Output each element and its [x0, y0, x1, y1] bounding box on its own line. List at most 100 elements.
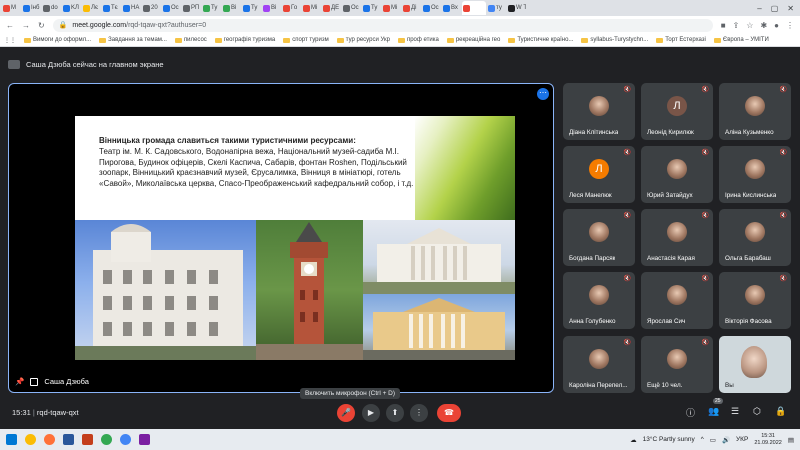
- browser-tab[interactable]: Ос: [342, 1, 361, 15]
- browser-tab[interactable]: НА: [122, 1, 141, 15]
- browser-tab[interactable]: Мі: [302, 1, 321, 15]
- reload-icon[interactable]: ↻: [38, 21, 45, 30]
- browser-tab[interactable]: Мі: [382, 1, 401, 15]
- browser-tab[interactable]: Ос: [422, 1, 441, 15]
- bookmark-item[interactable]: syllabus-Turystychn...: [581, 37, 648, 43]
- more-options-icon[interactable]: ⋯: [537, 88, 549, 100]
- bookmark-item[interactable]: спорт туризм: [283, 37, 329, 43]
- chrome-icon[interactable]: [25, 434, 36, 445]
- language-indicator[interactable]: УКР: [736, 436, 748, 443]
- leave-call-button[interactable]: ☎: [437, 404, 461, 422]
- participant-tile[interactable]: Л 🔇 Леся Манелюк: [563, 146, 635, 203]
- minimize-icon[interactable]: –: [757, 4, 761, 13]
- share-icon[interactable]: ⇪: [733, 21, 740, 30]
- word-icon[interactable]: [63, 434, 74, 445]
- tab-label: W Ту: [516, 5, 526, 11]
- people-icon[interactable]: 👥: [708, 406, 719, 417]
- notifications-icon[interactable]: ▤: [788, 436, 794, 444]
- browser-tab[interactable]: Го: [282, 1, 301, 15]
- start-icon[interactable]: [6, 434, 17, 445]
- chrome-profile-icon[interactable]: [101, 434, 112, 445]
- browser-tab[interactable]: РП: [182, 1, 201, 15]
- participant-tile[interactable]: 🔇 Анастасія Карая: [641, 209, 713, 266]
- browser-tab[interactable]: Вх: [442, 1, 461, 15]
- microphone-off-button[interactable]: 🎤: [337, 404, 355, 422]
- bookmark-item[interactable]: тур ресурси Укр: [336, 37, 390, 43]
- host-controls-icon[interactable]: 🔒: [775, 406, 786, 417]
- participant-tile[interactable]: 🔇 Ірина Кислинська: [719, 146, 791, 203]
- bookmark-item[interactable]: Завдання за темам...: [99, 37, 167, 43]
- browser-tab[interactable]: Ві: [222, 1, 241, 15]
- bookmark-item[interactable]: проф етика: [397, 37, 439, 43]
- activities-icon[interactable]: ⬡: [753, 406, 761, 417]
- browser-tab[interactable]: Ту: [362, 1, 381, 15]
- participant-tile[interactable]: 🔇 Анна Голубенко: [563, 272, 635, 329]
- chrome-profile-2-icon[interactable]: [120, 434, 131, 445]
- browser-tab[interactable]: Ос: [162, 1, 181, 15]
- browser-tab[interactable]: Лє: [82, 1, 101, 15]
- camera-button[interactable]: ▶: [362, 404, 380, 422]
- powerpoint-icon[interactable]: [82, 434, 93, 445]
- weather-text[interactable]: 13°C Partly sunny: [643, 436, 695, 443]
- browser-tab[interactable]: 20: [142, 1, 161, 15]
- bookmark-item[interactable]: рекреаційна гео: [446, 37, 500, 43]
- participant-tile[interactable]: 🔇 Ещё 10 чел.: [641, 336, 713, 393]
- browser-tab[interactable]: [462, 1, 486, 15]
- participant-tile[interactable]: Л 🔇 Леонід Кирилюк: [641, 83, 713, 140]
- participant-tile[interactable]: 🔇 Вікторія Фасова: [719, 272, 791, 329]
- present-screen-button[interactable]: ⬆: [386, 404, 404, 422]
- close-icon[interactable]: ✕: [787, 4, 794, 13]
- bookmark-item[interactable]: Європа – УМІТИ: [713, 37, 769, 43]
- camera-icon[interactable]: ■: [721, 21, 726, 30]
- browser-tab[interactable]: Ді: [402, 1, 421, 15]
- browser-tab[interactable]: Ві: [262, 1, 281, 15]
- browser-tab[interactable]: Тє: [102, 1, 121, 15]
- url-input[interactable]: 🔒 meet.google.com/rqd-tqaw-qxt?authuser=…: [52, 18, 713, 32]
- bookmark-item[interactable]: Торт Естерхазі: [656, 37, 706, 43]
- participant-tile[interactable]: 🔇 Богдана Парсяк: [563, 209, 635, 266]
- profile-icon[interactable]: ●: [774, 21, 779, 30]
- tab-label: Тє: [111, 5, 118, 11]
- bookmark-label: Європа – УМІТИ: [722, 37, 769, 43]
- browser-tab[interactable]: M: [2, 1, 21, 15]
- tray-arrow-icon[interactable]: ^: [701, 436, 704, 443]
- chat-icon[interactable]: ☰: [731, 406, 739, 417]
- browser-tab[interactable]: Ту: [242, 1, 261, 15]
- participant-tile[interactable]: Вы: [719, 336, 791, 393]
- network-icon[interactable]: ▭: [710, 436, 716, 444]
- tab-favicon-icon: [63, 4, 70, 12]
- bookmark-item[interactable]: Вимоги до оформл...: [24, 37, 91, 43]
- browser-tab[interactable]: KЛ: [62, 1, 81, 15]
- menu-icon[interactable]: ⋮: [786, 21, 794, 30]
- maximize-icon[interactable]: ▢: [771, 4, 779, 13]
- forward-icon[interactable]: →: [22, 21, 30, 30]
- participant-tile[interactable]: 🔇 Ольга Барабаш: [719, 209, 791, 266]
- bookmark-item[interactable]: пилесос: [174, 37, 207, 43]
- browser-tab[interactable]: Ту: [202, 1, 221, 15]
- info-icon[interactable]: ⓘ: [686, 406, 695, 419]
- browser-tab[interactable]: ДЕ: [322, 1, 341, 15]
- more-options-button[interactable]: ⋮: [410, 404, 428, 422]
- bookmark-item[interactable]: Туристичне країнo...: [508, 37, 573, 43]
- bookmark-item[interactable]: географія туризма: [214, 37, 275, 43]
- participant-tile[interactable]: 🔇 Ярослав Сич: [641, 272, 713, 329]
- pin-icon[interactable]: 📌: [15, 377, 24, 386]
- participant-tile[interactable]: 🔇 Діана Клітинська: [563, 83, 635, 140]
- viber-icon[interactable]: [139, 434, 150, 445]
- tab-label: do: [51, 5, 58, 11]
- clock[interactable]: 15:31 21.09.2022: [754, 433, 782, 447]
- firefox-icon[interactable]: [44, 434, 55, 445]
- participant-tile[interactable]: 🔇 Кароліна Перепел...: [563, 336, 635, 393]
- browser-tab[interactable]: do: [42, 1, 61, 15]
- browser-tab[interactable]: W Ту: [507, 1, 526, 15]
- participant-tile[interactable]: 🔇 Аліна Кузьменко: [719, 83, 791, 140]
- extensions-icon[interactable]: ✱: [760, 21, 767, 30]
- apps-icon[interactable]: ⋮⋮: [4, 37, 16, 44]
- star-icon[interactable]: ☆: [746, 21, 753, 30]
- volume-icon[interactable]: 🔊: [722, 436, 730, 444]
- presentation-stage[interactable]: ⋯ Вінницька громада славиться такими тур…: [8, 83, 554, 393]
- back-icon[interactable]: ←: [6, 21, 14, 30]
- browser-tab[interactable]: ту: [487, 1, 506, 15]
- participant-tile[interactable]: 🔇 Юрий Затайдух: [641, 146, 713, 203]
- browser-tab[interactable]: Інб: [22, 1, 41, 15]
